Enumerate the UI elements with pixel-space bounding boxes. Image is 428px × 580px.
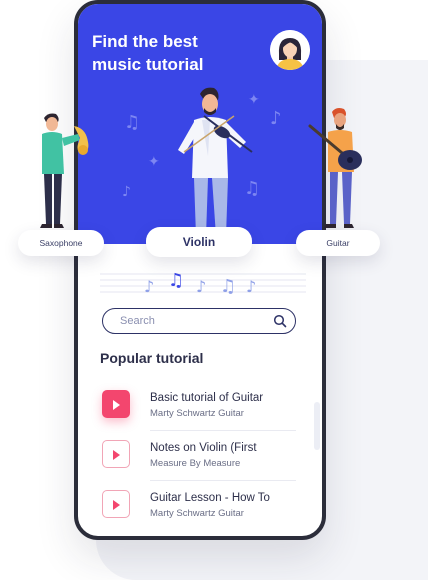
tutorial-channel: Measure By Measure [150,458,241,469]
tutorial-title: Notes on Violin (First [150,442,257,454]
divider [150,430,296,431]
svg-text:♪: ♪ [196,277,206,296]
music-note-icon: ♪ [122,184,131,200]
play-button[interactable] [102,440,130,468]
tutorial-title: Guitar Lesson - How To [150,492,270,504]
hero-title-line-2: music tutorial [92,55,204,74]
play-icon [113,400,120,410]
svg-text:♪: ♪ [246,277,256,296]
scrollbar[interactable] [314,402,320,450]
play-button[interactable] [102,490,130,518]
phone-frame: Find the best music tutorial ♫ ♪ ♪ ♫ ✦ ✦ [74,0,326,540]
search-icon[interactable] [273,314,287,328]
hero-title: Find the best music tutorial [92,30,252,76]
instrument-label: Saxophone [39,238,83,248]
divider [150,480,296,481]
tutorial-list-item[interactable]: Guitar Lesson - How To Marty Schwartz Gu… [78,490,322,536]
instrument-tab-saxophone[interactable]: Saxophone [18,230,104,256]
tutorial-channel: Marty Schwartz Guitar [150,508,244,519]
instrument-label: Guitar [326,238,350,248]
tutorial-list-item[interactable]: Notes on Violin (First Measure By Measur… [78,440,322,486]
play-button[interactable] [102,390,130,418]
svg-text:♫: ♫ [220,276,236,296]
search-input[interactable]: Search [102,308,296,334]
instrument-tab-violin[interactable]: Violin [146,227,252,257]
guitarist-illustration [308,108,362,228]
hero-title-line-1: Find the best [92,32,198,51]
user-avatar-icon[interactable] [270,30,310,70]
svg-text:♪: ♪ [144,277,154,296]
sparkle-icon: ✦ [148,154,160,170]
section-title: Popular tutorial [100,350,204,366]
hero-banner: Find the best music tutorial ♫ ♪ ♪ ♫ ✦ ✦ [78,4,322,244]
svg-text:♫: ♫ [168,270,184,291]
play-icon [113,450,120,460]
play-icon [113,500,120,510]
music-staff-decoration: ♪ ♫ ♪ ♫ ♪ [100,270,306,296]
search-placeholder: Search [120,315,155,327]
violinist-illustration [178,87,253,242]
tutorial-list-item[interactable]: Basic tutorial of Guitar Marty Schwartz … [78,390,322,436]
instrument-tab-guitar[interactable]: Guitar [296,230,380,256]
tutorial-title: Basic tutorial of Guitar [150,392,264,404]
tutorial-channel: Marty Schwartz Guitar [150,408,244,419]
saxophonist-illustration [40,113,89,228]
music-note-icon: ♪ [270,108,282,129]
instrument-label: Violin [182,235,216,249]
music-note-icon: ♫ [124,112,141,133]
